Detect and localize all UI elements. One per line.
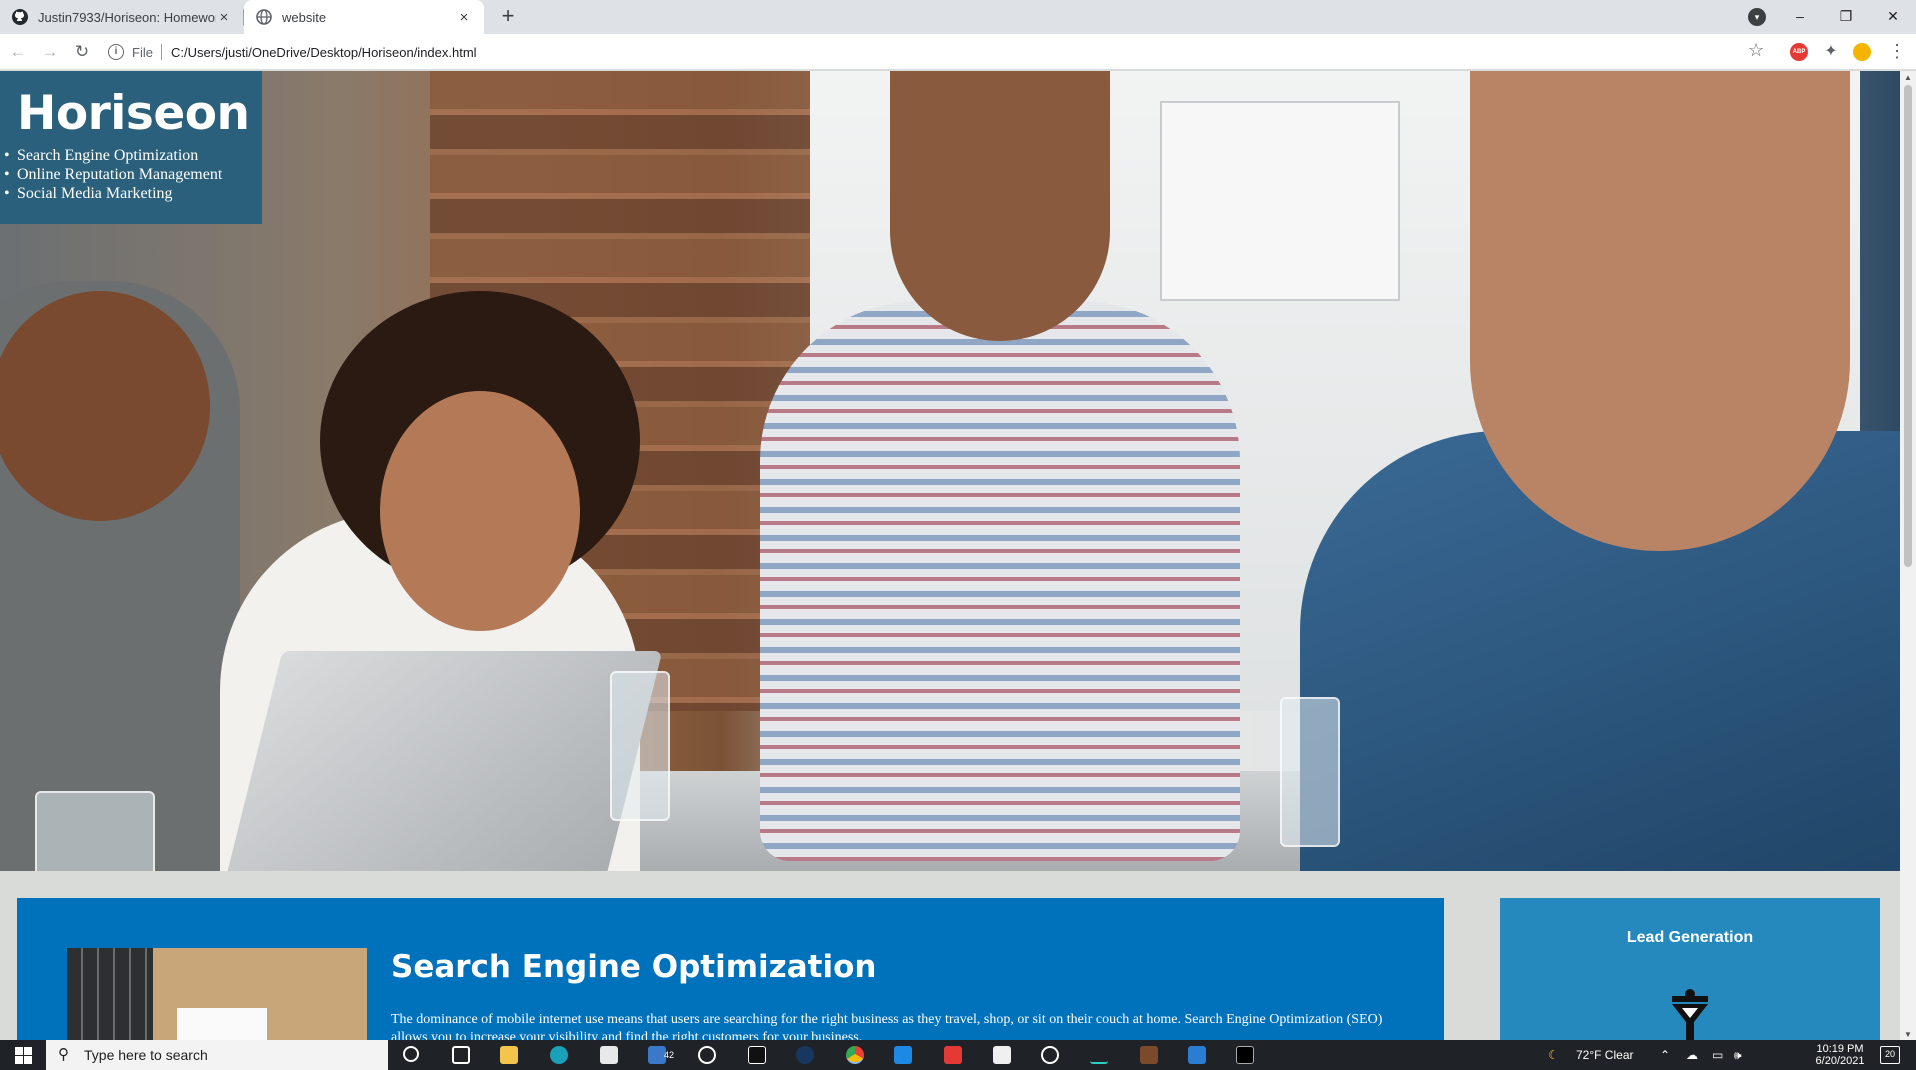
vscode-icon[interactable] — [1188, 1046, 1206, 1064]
system-clock[interactable]: 10:19 PM 6/20/2021 — [1804, 1043, 1876, 1067]
tab-website[interactable]: website × — [244, 0, 484, 34]
mail-badge: 42 — [664, 1050, 675, 1060]
weather-text[interactable]: 72°F Clear — [1576, 1040, 1634, 1070]
clock-date: 6/20/2021 — [1815, 1055, 1865, 1067]
keyboard-graphic — [67, 948, 153, 1041]
scroll-thumb[interactable] — [1904, 85, 1912, 567]
app-icon[interactable] — [600, 1046, 618, 1064]
app-icon[interactable] — [1090, 1046, 1108, 1064]
tab-close-button[interactable]: × — [216, 9, 232, 26]
windows-logo-icon — [24, 1047, 32, 1055]
funnel-icon — [1672, 989, 1708, 1041]
tab-title: website — [282, 9, 327, 25]
page-viewport: Horiseon Search Engine Optimization Onli… — [0, 71, 1900, 1041]
section-body: The dominance of mobile internet use mea… — [391, 1012, 1383, 1041]
back-button[interactable]: ← — [6, 40, 30, 64]
menu-icon[interactable]: ⋮ — [1888, 41, 1906, 62]
notebook-graphic — [177, 1008, 267, 1041]
star-icon[interactable]: ☆ — [1748, 40, 1764, 61]
app-icon[interactable] — [698, 1046, 716, 1064]
xbox-icon[interactable] — [1041, 1046, 1059, 1064]
site-logo[interactable]: Horiseon — [17, 90, 262, 137]
app-icon[interactable] — [894, 1046, 912, 1064]
scroll-up-arrow[interactable]: ▲ — [1904, 73, 1912, 82]
section-title: Search Engine Optimization — [391, 949, 877, 985]
start-button[interactable] — [0, 1040, 44, 1070]
globe-icon — [256, 9, 272, 25]
windows-logo-icon — [24, 1056, 32, 1064]
nav-link-social[interactable]: Social Media Marketing — [4, 184, 262, 203]
github-icon — [12, 9, 28, 25]
nav-link-seo[interactable]: Search Engine Optimization — [4, 146, 262, 165]
adblock-icon[interactable]: ABP — [1790, 43, 1808, 61]
site-nav: Search Engine Optimization Online Reputa… — [4, 146, 262, 203]
reload-button[interactable]: ↻ — [70, 40, 94, 64]
onedrive-icon[interactable]: ☁ — [1686, 1040, 1698, 1070]
scroll-down-arrow[interactable]: ▼ — [1904, 1030, 1912, 1039]
water-glass — [35, 791, 155, 871]
windows-logo-icon — [15, 1056, 23, 1064]
nav-link-reputation[interactable]: Online Reputation Management — [4, 165, 262, 184]
browser-toolbar: ← → ↻ i File C:/Users/justi/OneDrive/Des… — [0, 34, 1916, 70]
aside-title: Lead Generation — [1626, 929, 1754, 946]
puzzle-icon[interactable]: ✦ — [1822, 43, 1840, 61]
address-divider — [160, 44, 162, 60]
windows-taskbar: ⚲ Type here to search 42 ☾ 72°F Clear ⌃ … — [0, 1040, 1916, 1070]
close-window-button[interactable]: ✕ — [1870, 0, 1916, 34]
task-view-icon[interactable] — [452, 1046, 470, 1064]
tab-github[interactable]: Justin7933/Horiseon: Homework × — [0, 0, 244, 34]
moon-icon: ☾ — [1548, 1048, 1559, 1062]
volume-icon[interactable]: 🕪 — [1734, 1040, 1742, 1070]
store-icon[interactable] — [993, 1046, 1011, 1064]
person-left-head — [0, 291, 210, 521]
windows-logo-icon — [15, 1047, 23, 1055]
chrome-icon[interactable] — [846, 1046, 864, 1064]
new-tab-button[interactable]: + — [496, 5, 520, 29]
network-icon[interactable]: ▭ — [1712, 1040, 1723, 1070]
person-right-head — [1470, 71, 1850, 551]
benefits-aside: Lead Generation — [1500, 898, 1880, 1041]
wireframe-sketch — [1160, 101, 1400, 301]
info-icon[interactable]: i — [108, 44, 124, 60]
tab-strip: Justin7933/Horiseon: Homework × website … — [0, 0, 1916, 34]
edge-icon[interactable] — [550, 1046, 568, 1064]
seo-section: Search Engine Optimization The dominance… — [17, 898, 1444, 1041]
file-explorer-icon[interactable] — [500, 1046, 518, 1064]
search-placeholder: Type here to search — [84, 1047, 208, 1063]
address-bar[interactable]: i File C:/Users/justi/OneDrive/Desktop/H… — [108, 38, 1778, 66]
page-scrollbar[interactable]: ▲ ▼ — [1900, 71, 1916, 1041]
office-icon[interactable] — [944, 1046, 962, 1064]
seo-image — [67, 948, 367, 1041]
url-text[interactable]: C:/Users/justi/OneDrive/Desktop/Horiseon… — [171, 45, 477, 60]
terminal-icon[interactable] — [1236, 1046, 1254, 1064]
water-glass — [1280, 697, 1340, 847]
cortana-icon[interactable] — [403, 1046, 419, 1062]
person-standing-head — [890, 71, 1110, 341]
notification-icon[interactable]: 20 — [1880, 1046, 1900, 1064]
person-woman-face — [380, 391, 580, 631]
tab-close-button[interactable]: × — [456, 9, 472, 26]
taskbar-search[interactable]: ⚲ Type here to search — [46, 1040, 388, 1070]
water-glass — [610, 671, 670, 821]
url-scheme: File — [132, 44, 153, 60]
chevron-up-icon[interactable]: ⌃ — [1660, 1040, 1670, 1070]
epic-games-icon[interactable] — [748, 1046, 766, 1064]
clock-time: 10:19 PM — [1816, 1043, 1864, 1055]
restore-button[interactable]: ❐ — [1823, 0, 1869, 34]
site-header: Horiseon Search Engine Optimization Onli… — [0, 71, 262, 224]
steam-icon[interactable] — [796, 1046, 814, 1064]
minecraft-icon[interactable] — [1140, 1046, 1158, 1064]
forward-button[interactable]: → — [38, 40, 62, 64]
tab-title: Justin7933/Horiseon: Homework — [38, 9, 216, 25]
laptop — [217, 651, 663, 871]
hero-image — [0, 71, 1900, 871]
search-icon: ⚲ — [58, 1046, 69, 1063]
tab-search-icon[interactable]: ▾ — [1748, 8, 1766, 26]
profile-icon[interactable] — [1853, 43, 1871, 61]
minimize-button[interactable]: – — [1777, 0, 1823, 34]
person-standing-shirt — [760, 301, 1240, 861]
